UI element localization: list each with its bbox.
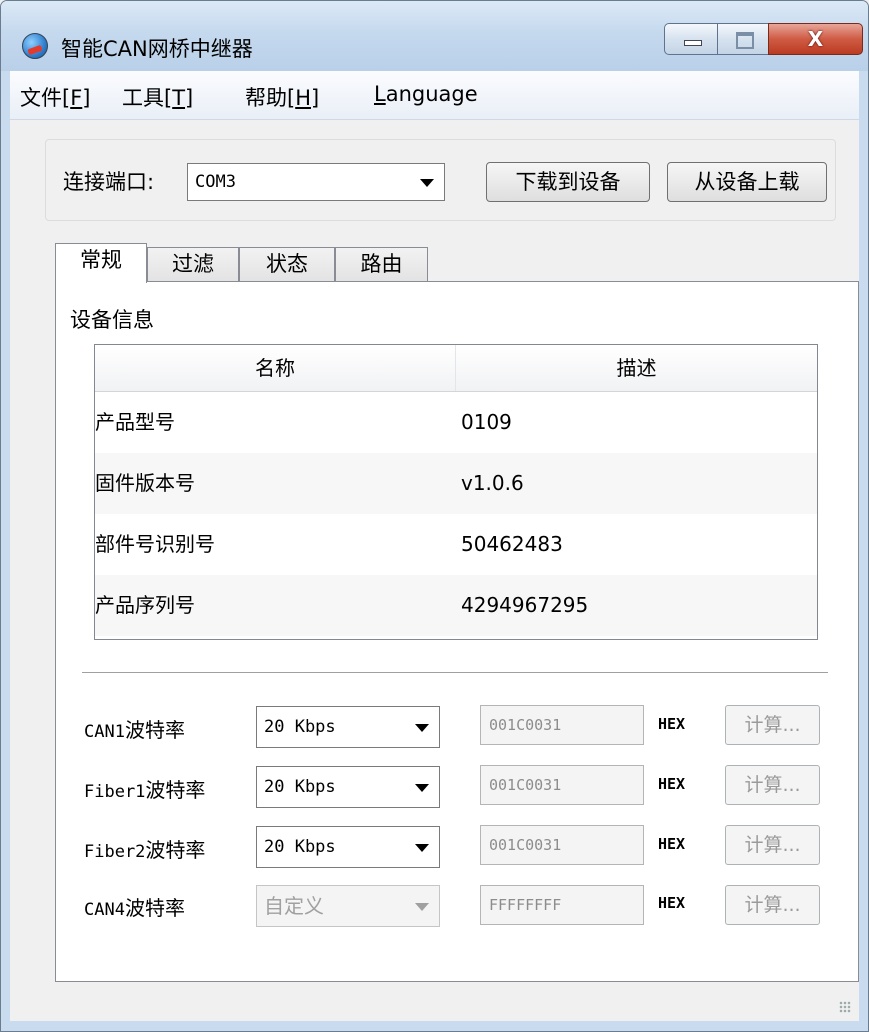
menu-tools-label: 工具[ [122, 86, 173, 110]
app-globe-icon[interactable] [22, 33, 48, 59]
maximize-icon [736, 32, 754, 49]
close-icon: X [807, 27, 824, 51]
table-row[interactable]: 固件版本号 v1.0.6 [95, 453, 817, 514]
menu-file[interactable]: 文件[F] [20, 82, 91, 112]
can4-calc-button[interactable]: 计算... [725, 885, 820, 925]
column-header-description[interactable]: 描述 [456, 345, 817, 391]
fiber1-baud-suffix: 波特率 [145, 778, 206, 802]
fiber2-baud-prefix: Fiber2 [84, 842, 146, 862]
maximize-button[interactable] [717, 23, 769, 55]
port-select-value: COM3 [195, 172, 236, 192]
upload-from-device-button[interactable]: 从设备上载 [667, 162, 827, 202]
can4-baud-prefix: CAN4 [84, 900, 125, 920]
port-select[interactable]: COM3 [187, 163, 445, 201]
can1-baud-value: 20 Kbps [264, 717, 336, 737]
menu-language-suffix: anguage [385, 82, 478, 106]
title-bar[interactable]: 智能CAN网桥中继器 X [1, 1, 868, 71]
fiber2-calc-button[interactable]: 计算... [725, 825, 820, 865]
window-title: 智能CAN网桥中继器 [61, 37, 253, 61]
fiber2-baud-value: 20 Kbps [264, 837, 336, 857]
table-row[interactable]: 产品序列号 4294967295 [95, 575, 817, 636]
menu-bar: 文件[F] 工具[T] 帮助[H] Language [10, 71, 859, 120]
chevron-down-icon [420, 179, 434, 187]
can1-baud-suffix: 波特率 [124, 718, 185, 742]
table-row[interactable]: 产品型号 0109 [95, 392, 817, 453]
menu-help[interactable]: 帮助[H] [245, 82, 319, 112]
port-label: 连接端口: [63, 170, 155, 194]
can1-hex-unit: HEX [658, 715, 686, 733]
menu-tools-suffix: ] [185, 86, 194, 110]
tab-filter[interactable]: 过滤 [147, 247, 239, 281]
resize-grip-icon[interactable] [839, 1001, 851, 1013]
client-area: 连接端口: COM3 下载到设备 从设备上载 常规 过滤 状态 路由 设备信息 … [10, 120, 859, 1021]
chevron-down-icon [415, 724, 429, 732]
fiber1-calc-button[interactable]: 计算... [725, 765, 820, 805]
tab-routing[interactable]: 路由 [335, 247, 428, 281]
tab-panel-general: 设备信息 名称 描述 产品型号 0109 固件版本号 v1.0.6 部件号识别号… [55, 281, 859, 982]
row-value-cell: 50462483 [461, 532, 563, 556]
fiber1-baud-prefix: Fiber1 [84, 782, 146, 802]
device-info-heading: 设备信息 [70, 308, 154, 332]
can1-hex-field[interactable]: 001C0031 [480, 705, 644, 745]
fiber2-baud-select[interactable]: 20 Kbps [256, 826, 440, 868]
fiber2-hex-unit: HEX [658, 835, 686, 853]
chevron-down-icon [415, 784, 429, 792]
fiber2-hex-field[interactable]: 001C0031 [480, 825, 644, 865]
can4-hex-unit: HEX [658, 894, 686, 912]
minimize-button[interactable] [664, 23, 718, 55]
menu-help-accel: H [295, 86, 311, 110]
can4-baud-value: 自定义 [264, 894, 324, 918]
fiber1-baud-label: Fiber1波特率 [84, 774, 205, 803]
column-header-name[interactable]: 名称 [95, 345, 456, 391]
device-info-list[interactable]: 名称 描述 产品型号 0109 固件版本号 v1.0.6 部件号识别号 5046… [94, 344, 818, 640]
app-window: 智能CAN网桥中继器 X 文件[F] 工具[T] 帮助[H] Language … [0, 0, 869, 1032]
menu-tools-accel: T [172, 86, 186, 110]
row-name-cell: 部件号识别号 [95, 532, 215, 556]
fiber1-hex-unit: HEX [658, 775, 686, 793]
menu-file-suffix: ] [82, 86, 91, 110]
minimize-icon [684, 40, 702, 46]
menu-file-label: 文件[ [20, 86, 71, 110]
connection-group: 连接端口: COM3 下载到设备 从设备上载 [45, 139, 836, 221]
download-to-device-button[interactable]: 下载到设备 [486, 162, 650, 202]
can1-baud-prefix: CAN1 [84, 722, 125, 742]
menu-language[interactable]: Language [374, 82, 478, 106]
row-value-cell: v1.0.6 [461, 471, 524, 495]
fiber1-hex-field[interactable]: 001C0031 [480, 765, 644, 805]
row-name-cell: 产品型号 [95, 410, 175, 434]
can1-baud-select[interactable]: 20 Kbps [256, 706, 440, 748]
menu-file-accel: F [70, 86, 83, 110]
chevron-down-icon [415, 844, 429, 852]
menu-help-suffix: ] [311, 86, 320, 110]
menu-language-accel: L [374, 82, 386, 106]
can1-baud-label: CAN1波特率 [84, 714, 185, 743]
tab-general[interactable]: 常规 [55, 243, 147, 283]
menu-help-label: 帮助[ [245, 86, 296, 110]
can4-baud-suffix: 波特率 [124, 896, 185, 920]
table-row[interactable]: 部件号识别号 50462483 [95, 514, 817, 575]
tab-status[interactable]: 状态 [239, 247, 335, 281]
menu-tools[interactable]: 工具[T] [122, 82, 193, 112]
row-value-cell: 0109 [461, 410, 512, 434]
can4-baud-label: CAN4波特率 [84, 892, 185, 921]
can4-baud-select[interactable]: 自定义 [256, 885, 440, 927]
list-header: 名称 描述 [95, 345, 817, 392]
fiber2-baud-suffix: 波特率 [145, 838, 206, 862]
can4-hex-field[interactable]: FFFFFFFF [480, 885, 644, 925]
divider [82, 672, 828, 674]
row-value-cell: 4294967295 [461, 593, 589, 617]
chevron-down-icon [415, 903, 429, 911]
fiber1-baud-value: 20 Kbps [264, 777, 336, 797]
fiber1-baud-select[interactable]: 20 Kbps [256, 766, 440, 808]
fiber2-baud-label: Fiber2波特率 [84, 834, 205, 863]
row-name-cell: 产品序列号 [95, 593, 195, 617]
close-button[interactable]: X [768, 23, 863, 55]
can1-calc-button[interactable]: 计算... [725, 705, 820, 745]
row-name-cell: 固件版本号 [95, 471, 195, 495]
